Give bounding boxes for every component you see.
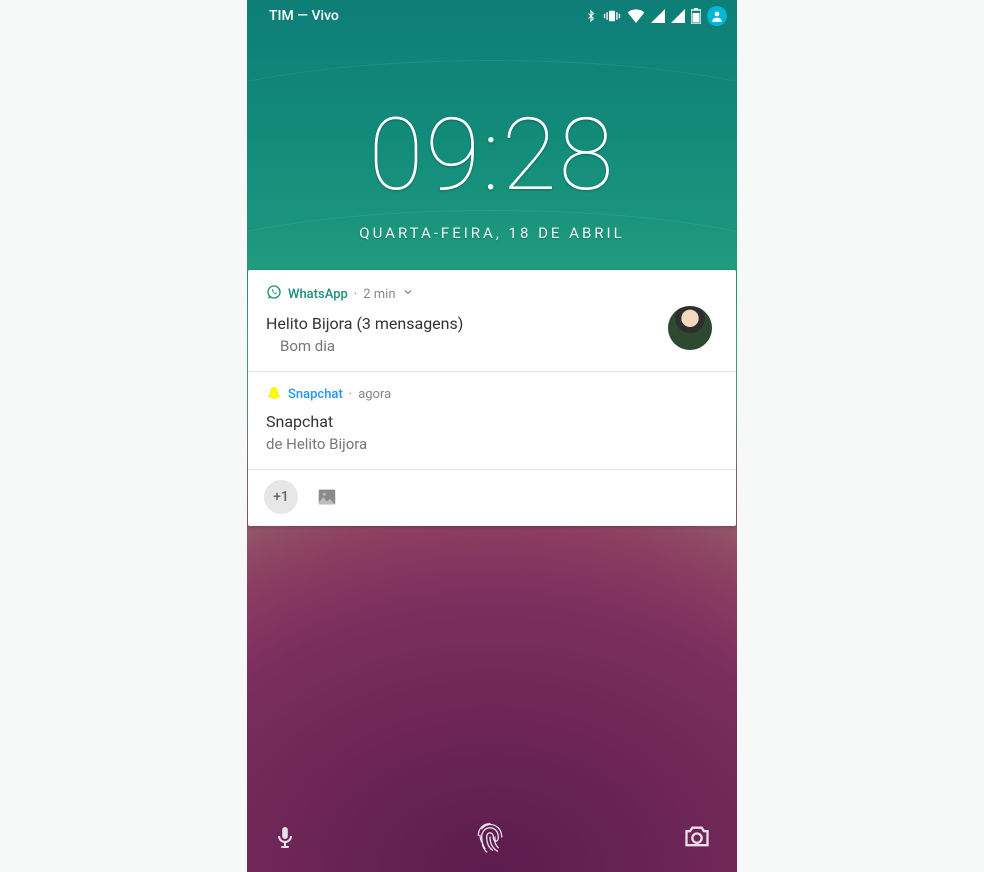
carrier-label: TIM — Vivo (269, 8, 339, 24)
signal-icon-1 (651, 9, 665, 23)
notification-body: de Helito Bijora (266, 435, 720, 453)
status-bar: TIM — Vivo (247, 0, 737, 28)
separator-dot: · (349, 387, 352, 402)
camera-icon[interactable] (683, 825, 711, 849)
notification-snapchat[interactable]: Snapchat · agora Snapchat de Helito Bijo… (248, 372, 736, 470)
lockscreen-bottom-bar (247, 802, 737, 872)
notification-app-name: Snapchat (288, 387, 343, 402)
expand-chevron-icon[interactable] (402, 286, 414, 302)
notification-app-name: WhatsApp (288, 287, 348, 302)
vibrate-icon (603, 9, 621, 23)
image-icon (316, 486, 338, 508)
notification-title: Snapchat (266, 412, 720, 431)
overflow-count-badge: +1 (264, 480, 298, 514)
wifi-icon (627, 9, 645, 23)
fingerprint-icon[interactable] (470, 817, 510, 857)
clock-date: QUARTA-FEIRA, 18 DE ABRIL (247, 224, 737, 242)
clock-time: 09:28 (247, 106, 737, 206)
notification-time: agora (358, 387, 391, 402)
bluetooth-icon (585, 8, 597, 24)
separator-dot: · (354, 287, 357, 302)
battery-icon (691, 8, 701, 24)
notification-whatsapp[interactable]: WhatsApp · 2 min Helito Bijora (3 mensag… (248, 270, 736, 372)
clock-widget: 09:28 QUARTA-FEIRA, 18 DE ABRIL (247, 106, 737, 242)
notification-title: Helito Bijora (3 mensagens) (266, 314, 720, 333)
notification-shade: WhatsApp · 2 min Helito Bijora (3 mensag… (248, 270, 736, 526)
user-profile-icon[interactable] (707, 6, 727, 26)
notification-overflow-row[interactable]: +1 (248, 470, 736, 526)
notification-body: Bom dia (266, 337, 720, 355)
voice-assist-icon[interactable] (273, 822, 297, 852)
whatsapp-icon (266, 284, 282, 304)
notification-time: 2 min (363, 287, 395, 302)
snapchat-icon (266, 386, 282, 402)
contact-avatar (668, 306, 712, 350)
signal-icon-2 (671, 9, 685, 23)
lockscreen: TIM — Vivo (247, 0, 737, 872)
